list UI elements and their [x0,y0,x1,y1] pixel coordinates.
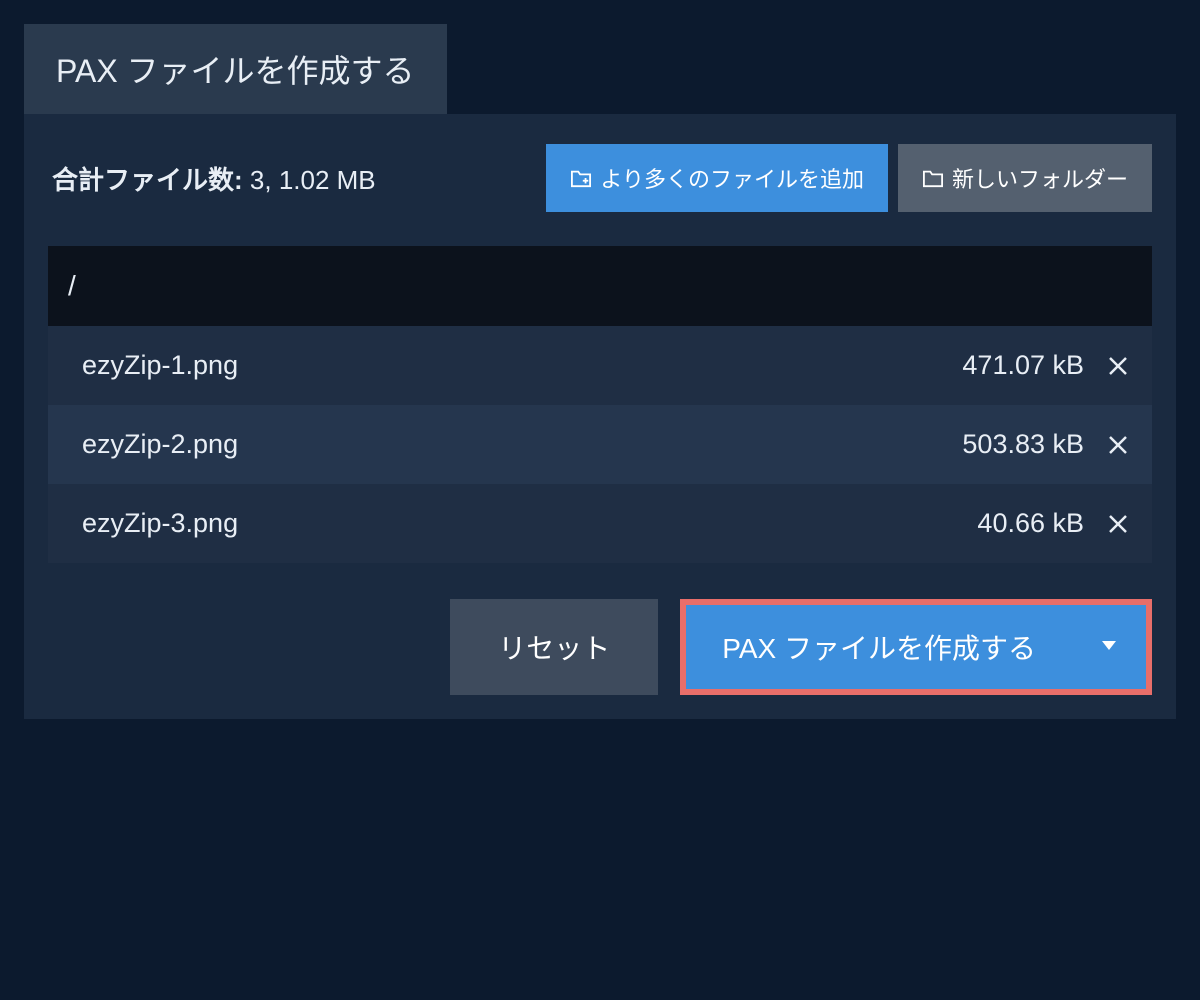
file-name: ezyZip-1.png [82,350,238,381]
top-bar: 合計ファイル数: 3, 1.02 MB より多くのファイルを追加 [48,144,1152,212]
close-icon[interactable] [1106,433,1130,457]
folder-icon [922,168,944,188]
create-pax-dropdown[interactable] [1072,605,1146,689]
file-size: 471.07 kB [962,350,1084,381]
file-size: 503.83 kB [962,429,1084,460]
create-pax-button[interactable]: PAX ファイルを作成する [686,605,1072,689]
file-table: / ezyZip-1.png 471.07 kB ezyZip-2.png 50… [48,246,1152,563]
main-panel: 合計ファイル数: 3, 1.02 MB より多くのファイルを追加 [24,114,1176,719]
file-summary-label: 合計ファイル数: [52,165,243,195]
file-row: ezyZip-3.png 40.66 kB [48,484,1152,563]
folder-add-icon [570,168,592,188]
file-size: 40.66 kB [977,508,1084,539]
new-folder-label: 新しいフォルダー [952,162,1128,194]
file-row: ezyZip-2.png 503.83 kB [48,405,1152,484]
close-icon[interactable] [1106,512,1130,536]
tab-title: PAX ファイルを作成する [24,24,447,114]
add-more-files-label: より多くのファイルを追加 [600,162,864,194]
file-name: ezyZip-3.png [82,508,238,539]
create-pax-split-button: PAX ファイルを作成する [680,599,1152,695]
close-icon[interactable] [1106,354,1130,378]
file-summary: 合計ファイル数: 3, 1.02 MB [48,160,376,197]
bottom-bar: リセット PAX ファイルを作成する [48,599,1152,695]
reset-button[interactable]: リセット [450,599,658,695]
file-summary-value: 3, 1.02 MB [250,165,376,195]
add-more-files-button[interactable]: より多くのファイルを追加 [546,144,888,212]
new-folder-button[interactable]: 新しいフォルダー [898,144,1152,212]
reset-label: リセット [498,627,610,667]
file-row: ezyZip-1.png 471.07 kB [48,326,1152,405]
path-row[interactable]: / [48,246,1152,326]
create-pax-label: PAX ファイルを作成する [722,627,1036,667]
file-name: ezyZip-2.png [82,429,238,460]
caret-down-icon [1102,638,1116,656]
